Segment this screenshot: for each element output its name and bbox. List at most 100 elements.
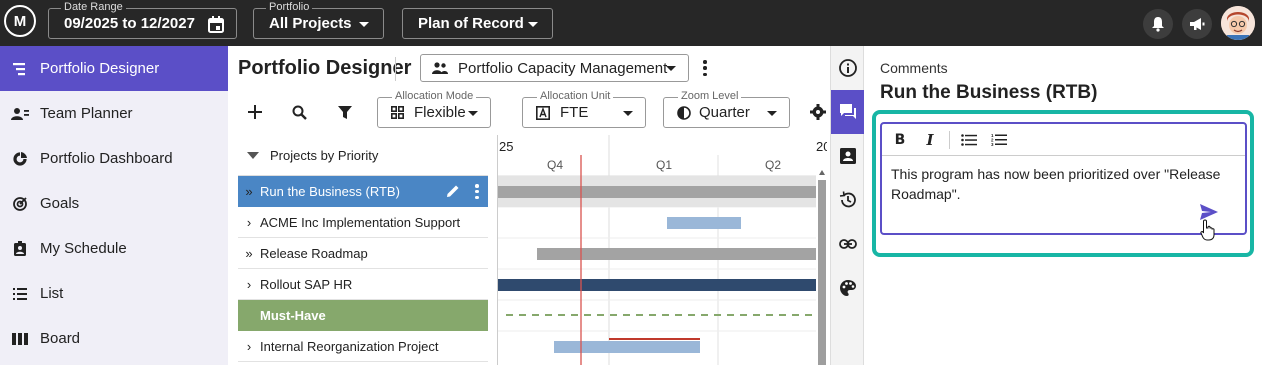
italic-icon[interactable]: I	[915, 125, 945, 155]
chevron-down-icon	[468, 111, 478, 116]
sidebar-item-portfolio-designer[interactable]: Portfolio Designer	[0, 46, 228, 91]
zoom-level-select[interactable]: Zoom Level Quarter	[663, 90, 790, 128]
text-box-icon	[536, 105, 550, 120]
zoom-level-value: Quarter	[699, 104, 750, 121]
sidebar-item-label: Portfolio Designer	[40, 60, 160, 77]
sidebar-item-board[interactable]: Board	[0, 316, 228, 361]
numbered-list-icon[interactable]: 123	[984, 125, 1014, 155]
sidebar-item-team-planner[interactable]: Team Planner	[0, 91, 228, 136]
quarter-label: Q1	[656, 158, 673, 172]
page-title: Portfolio Designer	[238, 57, 412, 79]
comment-text[interactable]: This program has now been prioritized ov…	[891, 164, 1221, 204]
info-icon[interactable]	[831, 46, 865, 90]
chevron-down-icon	[359, 22, 369, 27]
tree-row-rollout-sap[interactable]: › Rollout SAP HR	[238, 269, 488, 300]
briefcase-people-icon	[432, 62, 448, 74]
team-icon	[0, 107, 40, 121]
view-selector[interactable]: Portfolio Capacity Management	[420, 54, 689, 82]
top-bar: M Date Range 09/2025 to 12/2027 Portfoli…	[0, 0, 1262, 46]
chevron-right-icon[interactable]: ›	[238, 277, 260, 292]
row-label: Internal Reorganization Project	[260, 338, 439, 354]
chevron-down-icon	[767, 111, 777, 116]
double-chevron-icon[interactable]: »	[238, 184, 260, 199]
grid-icon	[391, 106, 404, 119]
edit-pencil-icon[interactable]	[446, 184, 460, 201]
right-icon-rail	[830, 46, 865, 365]
sidebar-item-my-schedule[interactable]: My Schedule	[0, 226, 228, 271]
chevron-right-icon[interactable]: ›	[238, 339, 260, 354]
toolbar-divider	[949, 130, 950, 149]
filter-icon[interactable]	[338, 106, 352, 120]
sidebar-item-label: Goals	[40, 195, 80, 212]
year-label-left: 25	[499, 139, 514, 154]
plan-select[interactable]: Plan of Record	[402, 8, 553, 39]
row-label: Must-Have	[260, 308, 326, 323]
sidebar-item-label: Team Planner	[40, 105, 133, 122]
tree-row-acme[interactable]: › ACME Inc Implementation Support	[238, 207, 488, 238]
tree-row-internal-reorg[interactable]: › Internal Reorganization Project	[238, 331, 488, 362]
chevron-down-icon	[623, 111, 633, 116]
date-range-field[interactable]: Date Range 09/2025 to 12/2027	[48, 1, 237, 39]
comments-icon[interactable]	[831, 90, 865, 134]
more-vert-icon[interactable]	[475, 184, 479, 199]
sidebar-item-label: My Schedule	[40, 240, 127, 257]
portfolio-label: Portfolio	[266, 1, 313, 13]
more-vert-icon[interactable]	[702, 60, 708, 76]
search-icon[interactable]	[292, 105, 307, 120]
date-range-label: Date Range	[61, 1, 126, 13]
comment-editor[interactable]: B I 123 This program has now been priori…	[880, 122, 1247, 241]
divider	[395, 57, 396, 81]
pointer-hand-cursor-icon	[1200, 219, 1216, 246]
gantt-chart: 25 20 Q4 Q1 Q2	[497, 135, 827, 365]
user-avatar[interactable]	[1221, 6, 1255, 40]
gantt-bar-rollout-sap[interactable]	[498, 279, 816, 291]
date-range-value: 09/2025 to 12/2027	[64, 15, 195, 32]
row-label: Release Roadmap	[260, 245, 368, 261]
notifications-bell-icon[interactable]	[1143, 9, 1173, 39]
zoom-level-label: Zoom Level	[678, 90, 742, 102]
gantt-bar-internal-reorg[interactable]	[554, 341, 700, 353]
sidebar-item-portfolio-dashboard[interactable]: Portfolio Dashboard	[0, 136, 228, 181]
history-icon[interactable]	[831, 178, 865, 222]
sidebar-item-goals[interactable]: Goals	[0, 181, 228, 226]
app-logo[interactable]: M	[4, 5, 36, 37]
clock-half-icon	[677, 105, 691, 120]
settings-gear-icon[interactable]	[810, 104, 826, 120]
gantt-scrollbar[interactable]	[818, 180, 826, 365]
tree-row-release-roadmap[interactable]: » Release Roadmap	[238, 238, 488, 269]
comments-item-title: Run the Business (RTB)	[880, 82, 1098, 103]
collapse-triangle-icon[interactable]	[247, 152, 259, 159]
tree-header[interactable]: Projects by Priority	[238, 136, 488, 176]
megaphone-icon[interactable]	[1182, 9, 1212, 39]
gantt-bar-rtb[interactable]	[498, 186, 816, 198]
chevron-down-icon	[528, 22, 538, 27]
sidebar-item-label: Board	[40, 330, 81, 347]
link-icon[interactable]	[831, 222, 865, 266]
palette-icon[interactable]	[831, 266, 865, 310]
chevron-right-icon[interactable]: ›	[238, 215, 260, 230]
double-chevron-icon[interactable]: »	[238, 246, 260, 261]
chevron-down-icon	[666, 66, 676, 71]
contact-card-icon[interactable]	[831, 134, 865, 178]
add-icon[interactable]	[248, 105, 262, 119]
allocation-unit-select[interactable]: Allocation Unit FTE	[522, 90, 646, 128]
row-label: ACME Inc Implementation Support	[260, 214, 461, 230]
svg-text:3: 3	[991, 142, 994, 146]
bulleted-list-icon[interactable]	[954, 125, 984, 155]
dashboard-icon	[0, 151, 40, 166]
goals-icon	[0, 196, 40, 211]
bold-icon[interactable]: B	[885, 125, 915, 155]
tree-row-rtb[interactable]: » Run the Business (RTB)	[238, 176, 488, 207]
gantt-bar-release-roadmap[interactable]	[537, 248, 816, 260]
gantt-bar-acme[interactable]	[667, 217, 741, 229]
tree-row-must-have[interactable]: Must-Have	[238, 300, 488, 331]
portfolio-select[interactable]: Portfolio All Projects	[253, 1, 384, 39]
sidebar-item-list[interactable]: List	[0, 271, 228, 316]
allocation-mode-select[interactable]: Allocation Mode Flexible	[377, 90, 491, 128]
plan-value: Plan of Record	[418, 15, 524, 32]
sidebar-item-label: Portfolio Dashboard	[40, 150, 173, 167]
editor-toolbar: B I 123	[882, 124, 1245, 156]
comments-panel: Comments Run the Business (RTB) B I 123 …	[864, 46, 1262, 365]
row-label: Run the Business (RTB)	[260, 184, 400, 199]
quarter-label: Q2	[765, 158, 782, 172]
